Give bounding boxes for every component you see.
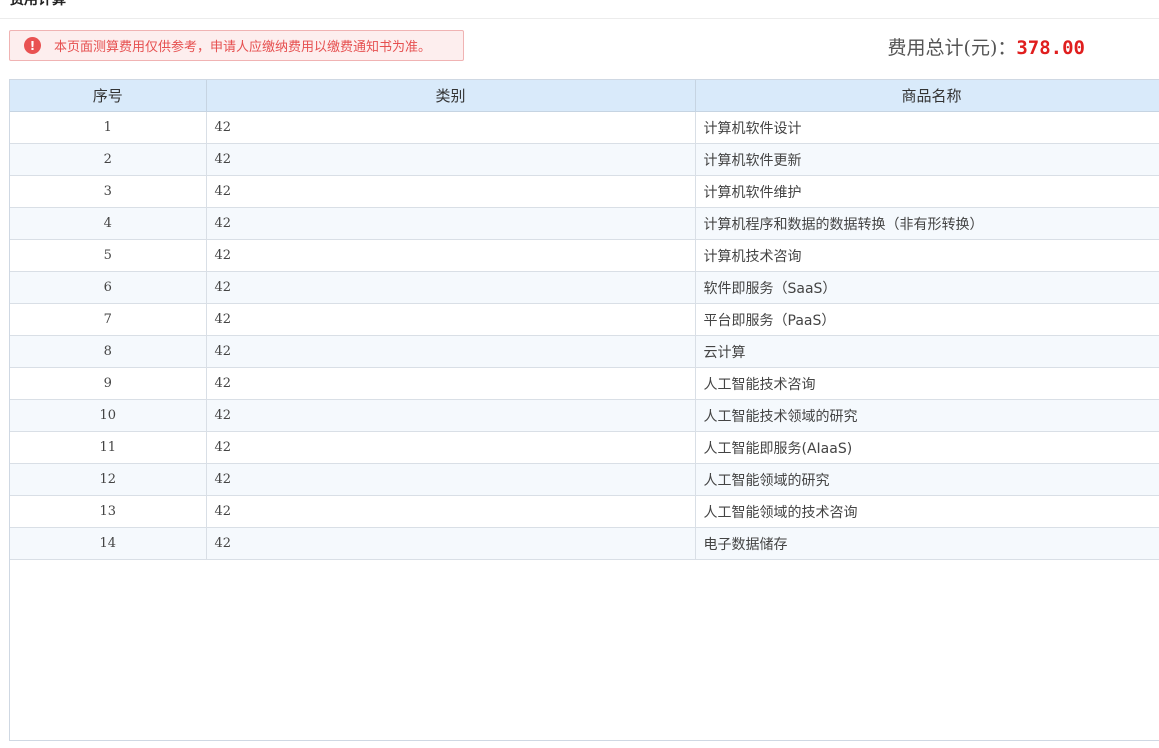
- cell-index: 4: [10, 207, 207, 240]
- table-row: 4 42 计算机程序和数据的数据转换（非有形转换）: [10, 207, 1159, 240]
- cell-goods-name: 计算机软件设计: [695, 111, 1159, 144]
- table-row: 8 42 云计算: [10, 335, 1159, 368]
- cell-index: 2: [10, 143, 207, 176]
- cell-category: 42: [206, 303, 696, 336]
- cell-index: 6: [10, 271, 207, 304]
- cell-category: 42: [206, 143, 696, 176]
- cell-category: 42: [206, 239, 696, 272]
- table-row: 12 42 人工智能领域的研究: [10, 463, 1159, 496]
- fee-total-label: 费用总计(元)：: [887, 37, 1017, 59]
- column-header-goods-name: 商品名称: [695, 80, 1159, 112]
- table-row: 3 42 计算机软件维护: [10, 175, 1159, 208]
- table-row: 6 42 软件即服务（SaaS）: [10, 271, 1159, 304]
- cell-index: 9: [10, 367, 207, 400]
- cell-index: 3: [10, 175, 207, 208]
- fee-total-amount: 378.00: [1016, 37, 1085, 59]
- cell-goods-name: 人工智能领域的研究: [695, 463, 1159, 496]
- cell-index: 8: [10, 335, 207, 368]
- table-row: 9 42 人工智能技术咨询: [10, 367, 1159, 400]
- fee-notice-alert: ! 本页面测算费用仅供参考，申请人应缴纳费用以缴费通知书为准。: [9, 30, 464, 61]
- table-row: 1 42 计算机软件设计: [10, 111, 1159, 144]
- fee-total: 费用总计(元)：378.00: [888, 33, 1085, 60]
- table-header-row: 序号 类别 商品名称: [10, 80, 1159, 112]
- cell-index: 12: [10, 463, 207, 496]
- table-row: 11 42 人工智能即服务(AIaaS): [10, 431, 1159, 464]
- cell-goods-name: 平台即服务（PaaS）: [695, 303, 1159, 336]
- cell-category: 42: [206, 271, 696, 304]
- cell-index: 10: [10, 399, 207, 432]
- table-row: 14 42 电子数据储存: [10, 527, 1159, 560]
- cell-category: 42: [206, 207, 696, 240]
- cell-category: 42: [206, 431, 696, 464]
- cell-index: 5: [10, 239, 207, 272]
- section-title: 费用计算: [10, 0, 66, 8]
- cell-category: 42: [206, 495, 696, 528]
- cell-goods-name: 人工智能技术领域的研究: [695, 399, 1159, 432]
- notice-text: 本页面测算费用仅供参考，申请人应缴纳费用以缴费通知书为准。: [54, 40, 432, 55]
- table-row: 13 42 人工智能领域的技术咨询: [10, 495, 1159, 528]
- cell-index: 14: [10, 527, 207, 560]
- cell-goods-name: 软件即服务（SaaS）: [695, 271, 1159, 304]
- cell-goods-name: 计算机软件维护: [695, 175, 1159, 208]
- cell-goods-name: 人工智能即服务(AIaaS): [695, 431, 1159, 464]
- table-row: 10 42 人工智能技术领域的研究: [10, 399, 1159, 432]
- table-row: 5 42 计算机技术咨询: [10, 239, 1159, 272]
- cell-category: 42: [206, 111, 696, 144]
- table-row: 2 42 计算机软件更新: [10, 143, 1159, 176]
- cell-goods-name: 计算机程序和数据的数据转换（非有形转换）: [695, 207, 1159, 240]
- table-row: 7 42 平台即服务（PaaS）: [10, 303, 1159, 336]
- section-header: 费用计算: [0, 0, 1159, 19]
- cell-category: 42: [206, 367, 696, 400]
- cell-category: 42: [206, 527, 696, 560]
- cell-goods-name: 计算机技术咨询: [695, 239, 1159, 272]
- cell-index: 11: [10, 431, 207, 464]
- fee-calculation-page: 费用计算 ! 本页面测算费用仅供参考，申请人应缴纳费用以缴费通知书为准。 费用总…: [0, 0, 1159, 748]
- column-header-index: 序号: [10, 80, 207, 112]
- column-header-category: 类别: [206, 80, 696, 112]
- cell-goods-name: 人工智能领域的技术咨询: [695, 495, 1159, 528]
- cell-goods-name: 云计算: [695, 335, 1159, 368]
- cell-goods-name: 电子数据储存: [695, 527, 1159, 560]
- cell-category: 42: [206, 335, 696, 368]
- cell-goods-name: 计算机软件更新: [695, 143, 1159, 176]
- cell-category: 42: [206, 463, 696, 496]
- cell-index: 13: [10, 495, 207, 528]
- goods-table: 序号 类别 商品名称 1 42 计算机软件设计 2 42 计算机软件更新 3 42 计算机软件维…: [9, 79, 1159, 741]
- cell-category: 42: [206, 399, 696, 432]
- cell-goods-name: 人工智能技术咨询: [695, 367, 1159, 400]
- cell-index: 7: [10, 303, 207, 336]
- cell-category: 42: [206, 175, 696, 208]
- exclamation-circle-icon: !: [24, 37, 41, 54]
- cell-index: 1: [10, 111, 207, 144]
